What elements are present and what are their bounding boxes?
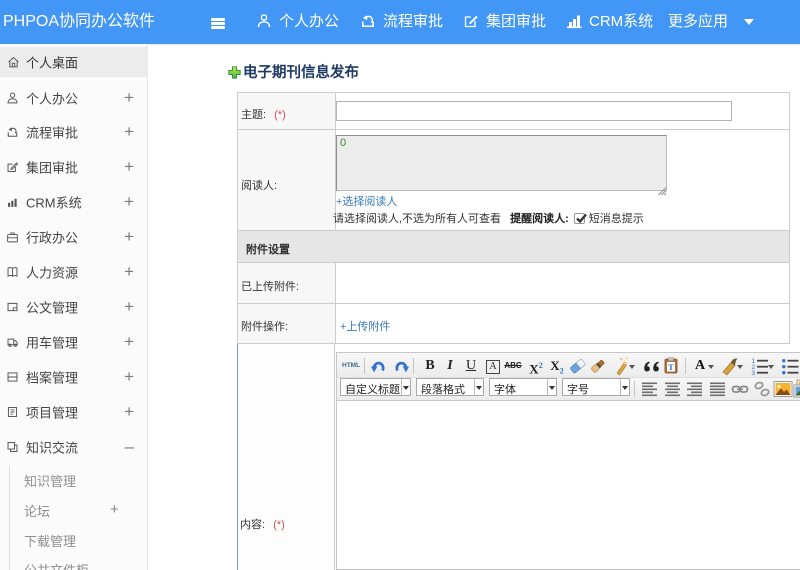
svg-text:T: T	[668, 362, 674, 372]
svg-text:3: 3	[752, 370, 756, 377]
